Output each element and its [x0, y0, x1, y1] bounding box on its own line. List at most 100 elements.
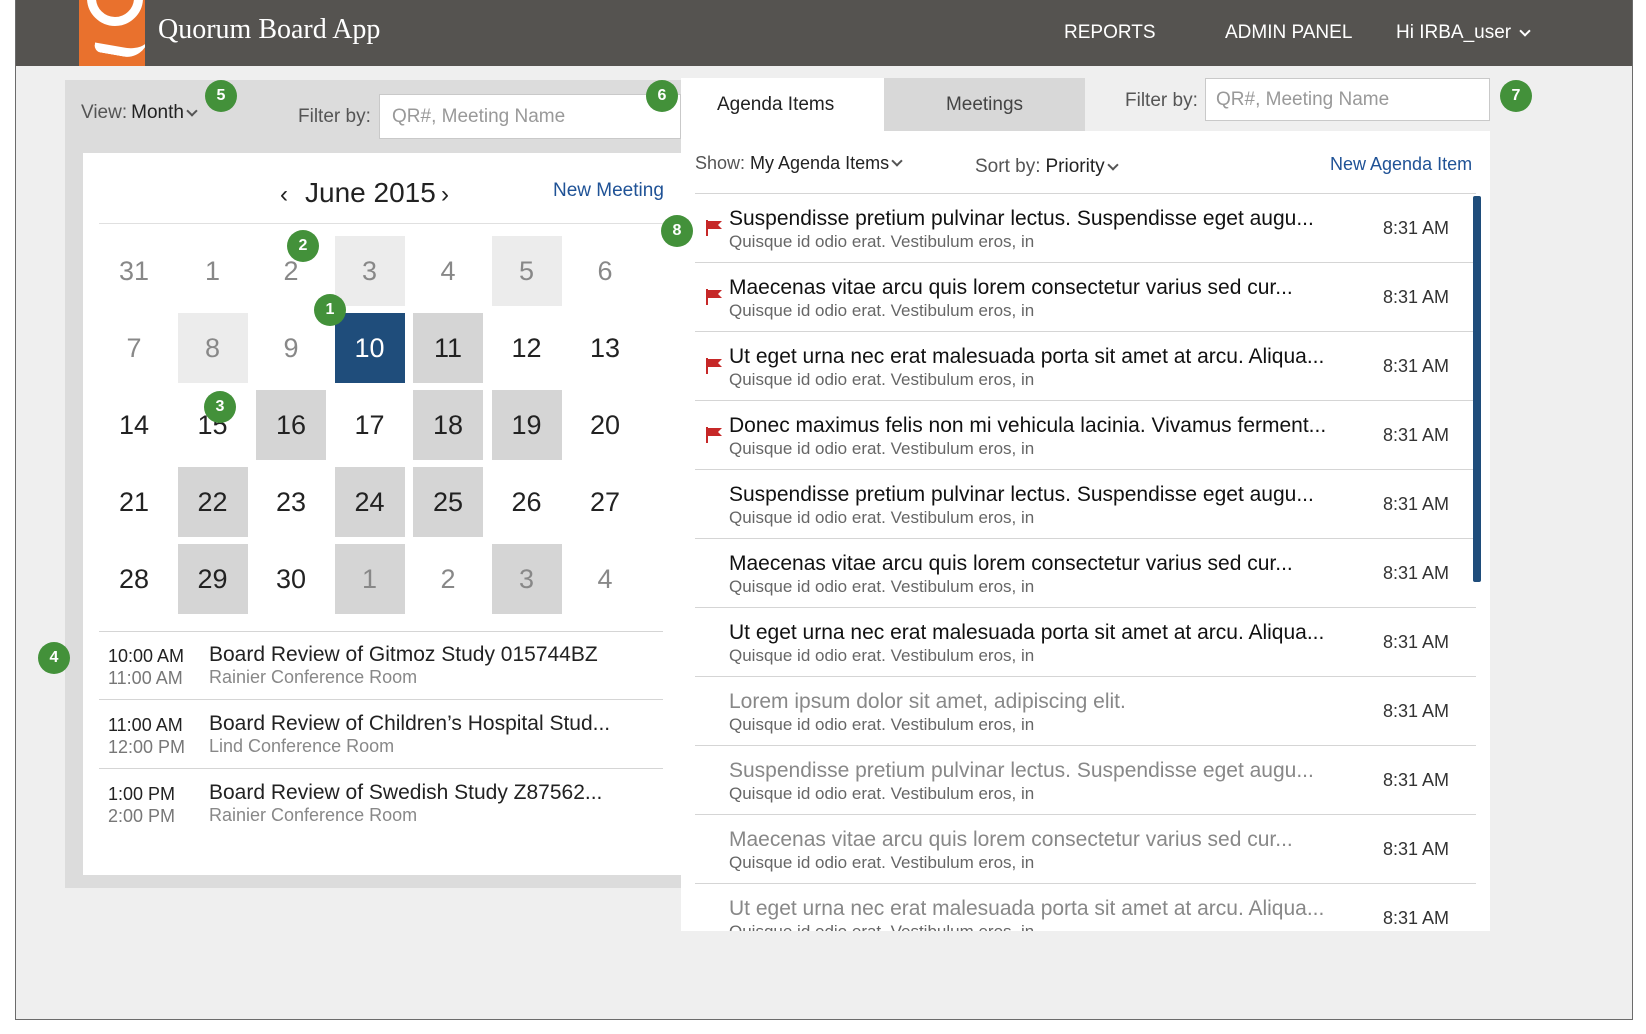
- calendar-day[interactable]: 10: [334, 313, 405, 383]
- callout-badge: 5: [205, 80, 237, 112]
- calendar-day[interactable]: 1: [178, 236, 248, 306]
- callout-badge: 4: [38, 642, 70, 674]
- calendar-day[interactable]: 21: [99, 467, 169, 537]
- meeting-row[interactable]: 11:00 AM 12:00 PM Board Review of Children…: [99, 700, 663, 769]
- agenda-item-subtitle: Quisque id odio erat. Vestibulum eros, i…: [729, 508, 1035, 527]
- agenda-item-title: Suspendisse pretium pulvinar lectus. Sus…: [729, 483, 1314, 506]
- calendar-day[interactable]: 7: [99, 313, 169, 383]
- calendar-day[interactable]: 24: [334, 467, 405, 537]
- calendar-day[interactable]: 5: [491, 236, 562, 306]
- calendar-day[interactable]: 25: [413, 467, 483, 537]
- agenda-item-row[interactable]: Lorem ipsum dolor sit amet, adipiscing e…: [695, 677, 1476, 746]
- agenda-item-row[interactable]: Suspendisse pretium pulvinar lectus. Sus…: [695, 746, 1476, 815]
- agenda-item-row[interactable]: Ut eget urna nec erat malesuada porta si…: [695, 608, 1476, 677]
- calendar-day[interactable]: 16: [256, 390, 326, 460]
- callout-badge: 6: [646, 80, 678, 112]
- meeting-start-time: 11:00 AM: [108, 715, 183, 735]
- calendar-day[interactable]: 4: [413, 236, 483, 306]
- show-label: Show:: [695, 153, 746, 173]
- prev-month-chevron-icon[interactable]: ‹: [280, 181, 288, 209]
- agenda-item-row[interactable]: Ut eget urna nec erat malesuada porta si…: [695, 332, 1476, 401]
- callout-badge: 8: [661, 215, 693, 247]
- agenda-filter-input[interactable]: [1205, 78, 1490, 121]
- calendar-day[interactable]: 2: [413, 544, 483, 614]
- agenda-item-row[interactable]: Ut eget urna nec erat malesuada porta si…: [695, 884, 1476, 931]
- month-label: June 2015: [305, 177, 436, 208]
- calendar-day[interactable]: 3: [491, 544, 562, 614]
- calendar-day[interactable]: 12: [492, 313, 562, 383]
- calendar-day[interactable]: 9: [256, 313, 326, 383]
- meeting-end-time: 11:00 AM: [108, 668, 183, 688]
- agenda-item-subtitle: Quisque id odio erat. Vestibulum eros, i…: [729, 853, 1035, 872]
- meeting-title: Board Review of Children’s Hospital Stud…: [209, 712, 611, 735]
- agenda-item-title: Lorem ipsum dolor sit amet, adipiscing e…: [729, 690, 1126, 713]
- agenda-item-title: Maecenas vitae arcu quis lorem consectet…: [729, 552, 1293, 575]
- calendar-day[interactable]: 23: [256, 467, 326, 537]
- meeting-filter-input[interactable]: [379, 94, 681, 139]
- meeting-end-time: 2:00 PM: [108, 806, 176, 826]
- view-select[interactable]: View: Month: [81, 102, 198, 124]
- calendar-day[interactable]: 28: [99, 544, 169, 614]
- agenda-item-title: Donec maximus felis non mi vehicula laci…: [729, 414, 1327, 437]
- agenda-item-title: Maecenas vitae arcu quis lorem consectet…: [729, 276, 1293, 299]
- meeting-row[interactable]: 1:00 PM 2:00 PM Board Review of Swedish St…: [99, 769, 663, 838]
- tab-meetings[interactable]: Meetings: [884, 78, 1085, 131]
- calendar-day[interactable]: 26: [492, 467, 562, 537]
- agenda-item-time: 8:31 AM: [1383, 356, 1450, 376]
- agenda-item-time: 8:31 AM: [1383, 425, 1450, 445]
- meeting-title: Board Review of Swedish Study Z87562...: [209, 781, 603, 804]
- calendar-day[interactable]: 29: [177, 544, 248, 614]
- calendar-day[interactable]: 13: [570, 313, 640, 383]
- app-title: Quorum Board App: [158, 14, 381, 45]
- user-menu[interactable]: Hi IRBA_user: [1396, 22, 1531, 44]
- calendar-day[interactable]: 1: [334, 544, 405, 614]
- calendar-day[interactable]: 11: [413, 313, 483, 383]
- agenda-item-subtitle: Quisque id odio erat. Vestibulum eros, i…: [729, 301, 1035, 320]
- calendar-day[interactable]: 6: [570, 236, 640, 306]
- calendar-day[interactable]: 27: [570, 467, 640, 537]
- agenda-item-row[interactable]: Suspendisse pretium pulvinar lectus. Sus…: [695, 470, 1476, 539]
- agenda-item-row[interactable]: Donec maximus felis non mi vehicula laci…: [695, 401, 1476, 470]
- meeting-end-time: 12:00 PM: [108, 737, 186, 757]
- calendar-day[interactable]: 18: [413, 390, 483, 460]
- meeting-start-time: 1:00 PM: [108, 784, 176, 804]
- agenda-item-row[interactable]: Maecenas vitae arcu quis lorem consectet…: [695, 815, 1476, 884]
- sort-select[interactable]: Sort by: Priority: [975, 156, 1119, 178]
- calendar-day[interactable]: 20: [570, 390, 640, 460]
- agenda-item-time: 8:31 AM: [1383, 287, 1450, 307]
- right-filter-label: Filter by:: [1125, 90, 1198, 111]
- agenda-item-row[interactable]: Maecenas vitae arcu quis lorem consectet…: [695, 539, 1476, 608]
- agenda-scrollbar[interactable]: [1473, 196, 1481, 582]
- agenda-item-row[interactable]: Maecenas vitae arcu quis lorem consectet…: [695, 263, 1476, 332]
- agenda-item-time: 8:31 AM: [1383, 494, 1450, 514]
- nav-reports-link[interactable]: REPORTS: [1064, 22, 1156, 44]
- next-month-chevron-icon[interactable]: ›: [441, 181, 449, 209]
- calendar-day[interactable]: 3: [334, 236, 405, 306]
- meeting-title: Board Review of Gitmoz Study 015744BZ: [209, 643, 598, 666]
- show-select[interactable]: Show: My Agenda Items: [695, 153, 903, 174]
- top-nav-bar: Quorum Board App REPORTS ADMIN PANEL Hi …: [16, 0, 1632, 66]
- agenda-item-subtitle: Quisque id odio erat. Vestibulum eros, i…: [729, 370, 1035, 389]
- new-meeting-link[interactable]: New Meeting: [553, 180, 664, 202]
- chevron-down-icon: [1106, 158, 1119, 171]
- callout-badge: 2: [287, 230, 319, 262]
- agenda-item-time: 8:31 AM: [1383, 218, 1450, 238]
- calendar-day[interactable]: 19: [491, 390, 562, 460]
- agenda-item-time: 8:31 AM: [1383, 908, 1450, 928]
- nav-admin-panel-link[interactable]: ADMIN PANEL: [1225, 22, 1352, 44]
- calendar-day[interactable]: 14: [99, 390, 169, 460]
- calendar-day[interactable]: 22: [177, 467, 248, 537]
- meeting-row[interactable]: 10:00 AM 11:00 AM Board Review of Gitmoz S…: [99, 631, 663, 700]
- calendar-day[interactable]: 4: [570, 544, 640, 614]
- agenda-item-time: 8:31 AM: [1383, 563, 1450, 583]
- calendar-day[interactable]: 8: [177, 313, 248, 383]
- calendar-day[interactable]: 17: [335, 390, 405, 460]
- quorum-logo-icon[interactable]: [79, 0, 145, 66]
- calendar-day[interactable]: 31: [99, 236, 169, 306]
- calendar-day[interactable]: 30: [256, 544, 326, 614]
- new-agenda-item-link[interactable]: New Agenda Item: [1330, 154, 1472, 175]
- tab-agenda-items[interactable]: Agenda Items: [681, 78, 884, 131]
- priority-flag-icon: [706, 358, 722, 374]
- agenda-item-row[interactable]: Suspendisse pretium pulvinar lectus. Sus…: [695, 194, 1476, 263]
- agenda-item-subtitle: Quisque id odio erat. Vestibulum eros, i…: [729, 784, 1035, 803]
